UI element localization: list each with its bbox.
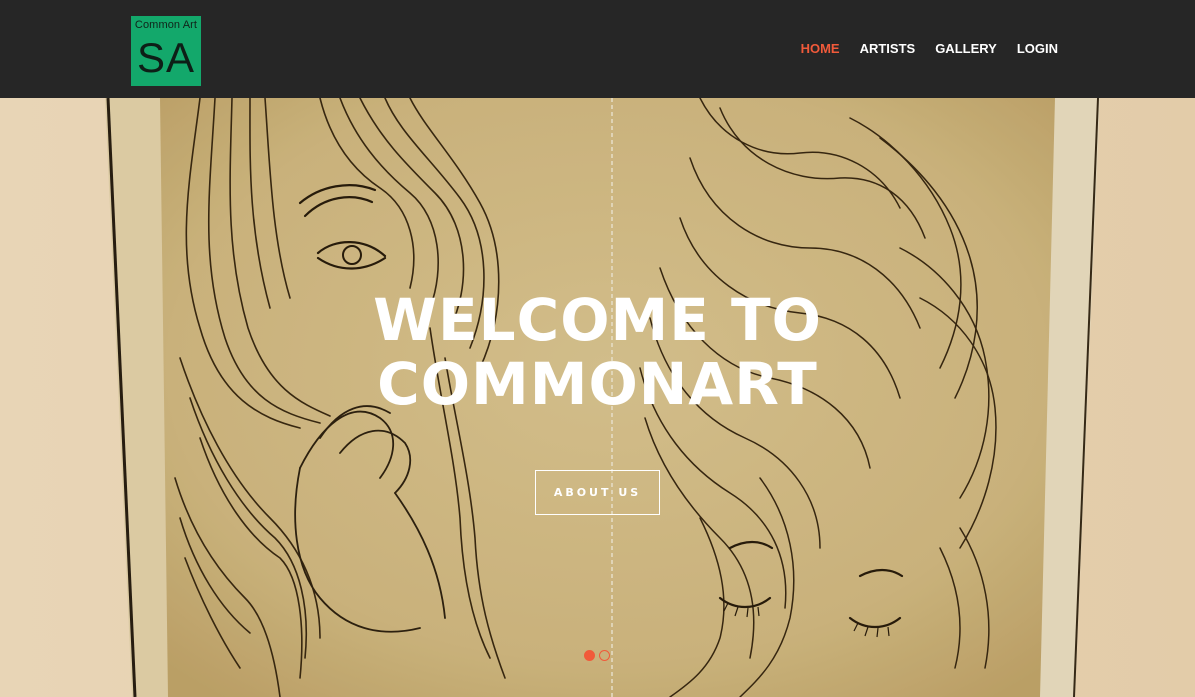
nav-link-home[interactable]: HOME [801, 41, 840, 56]
about-us-button[interactable]: ABOUT US [535, 470, 660, 515]
nav-link-login[interactable]: LOGIN [1017, 41, 1058, 56]
logo-wordmark: Common Art [134, 19, 198, 31]
nav-item-artists: ARTISTS [860, 40, 916, 58]
hero-slider: WELCOME TO COMMONART ABOUT US [0, 98, 1195, 697]
nav-link-artists[interactable]: ARTISTS [860, 41, 916, 56]
nav-item-login: LOGIN [1017, 40, 1058, 58]
nav-link-gallery[interactable]: GALLERY [935, 41, 997, 56]
slider-pagination [584, 650, 610, 662]
nav-item-gallery: GALLERY [935, 40, 997, 58]
hero-title: WELCOME TO COMMONART [300, 288, 895, 416]
brand-logo[interactable]: Common Art SA [131, 16, 201, 86]
hero-title-line-1: WELCOME TO [373, 286, 822, 354]
main-nav: HOME ARTISTS GALLERY LOGIN [801, 40, 1058, 58]
hero-title-line-2: COMMONART [377, 350, 818, 418]
top-navbar: Common Art SA HOME ARTISTS GALLERY LOGIN [0, 0, 1195, 98]
slider-dot-1[interactable] [584, 650, 595, 661]
nav-item-home: HOME [801, 40, 840, 58]
logo-initials: SA [136, 34, 196, 81]
slider-dot-2[interactable] [599, 650, 610, 661]
